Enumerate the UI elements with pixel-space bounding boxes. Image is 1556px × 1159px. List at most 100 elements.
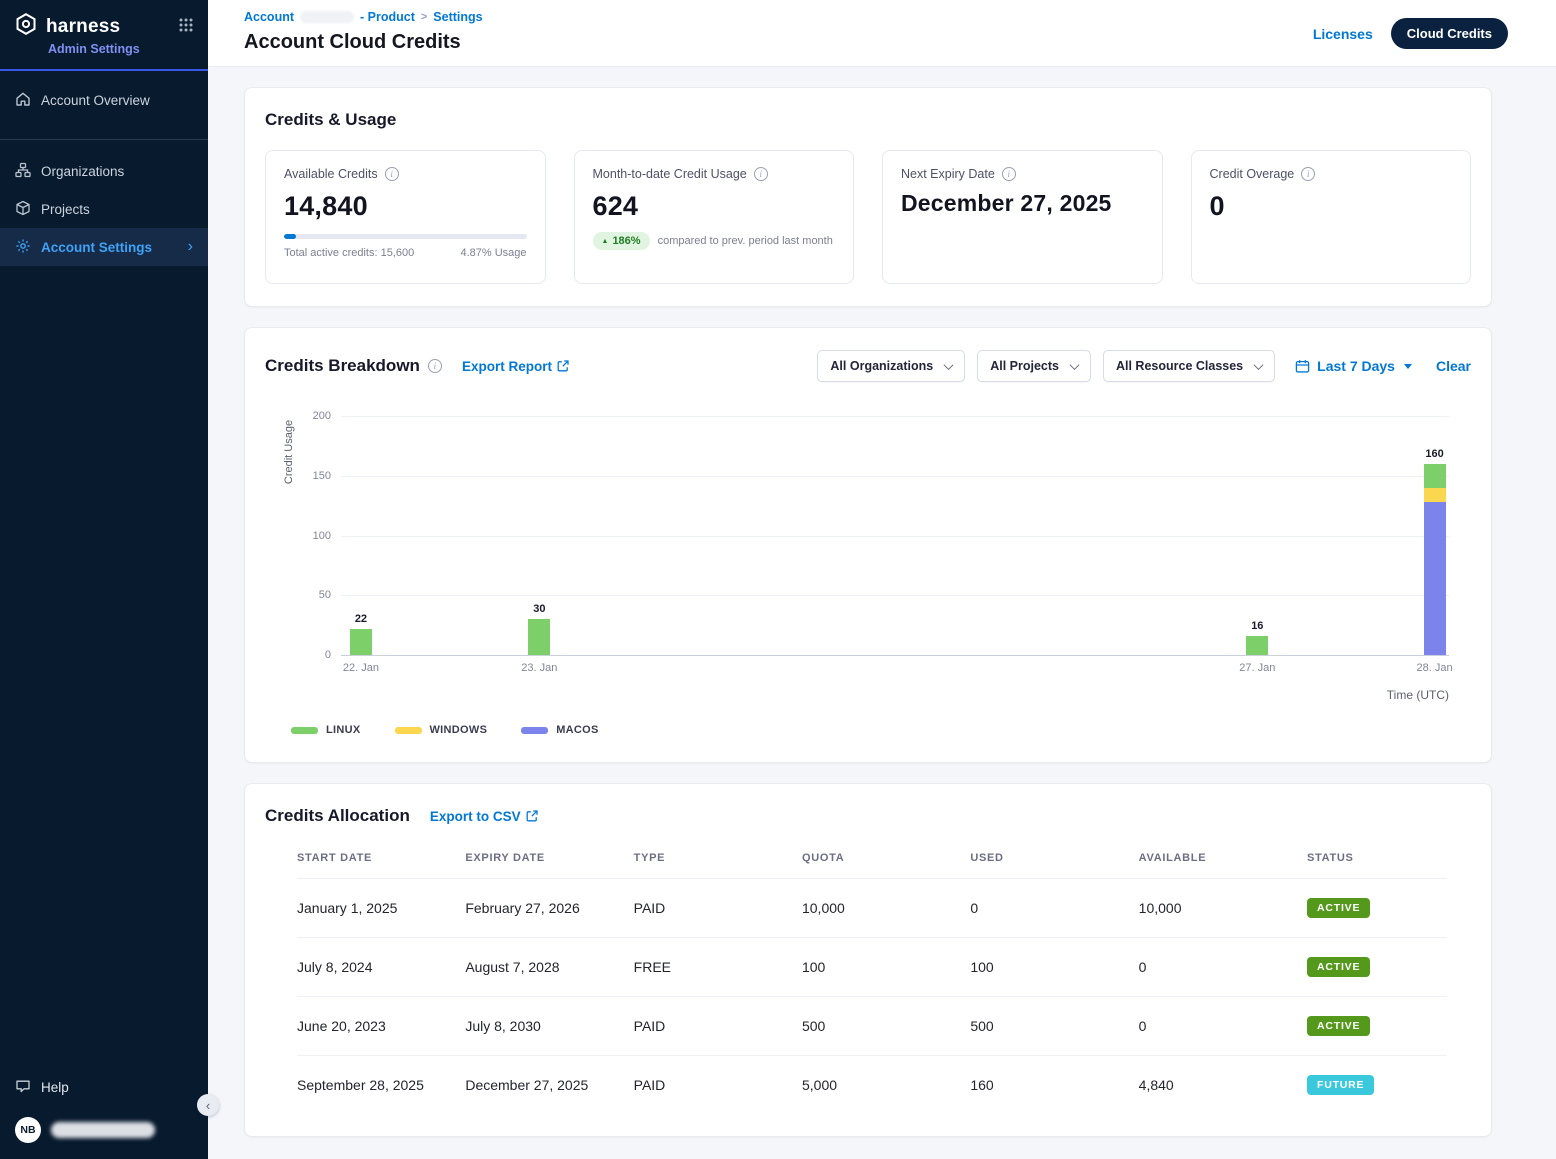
- date-range-filter[interactable]: Last 7 Days: [1295, 358, 1412, 374]
- column-header: STATUS: [1307, 852, 1447, 864]
- chevron-down-icon: [1254, 360, 1264, 370]
- info-icon[interactable]: i: [754, 167, 768, 181]
- export-report-link[interactable]: Export Report: [462, 359, 569, 374]
- projects-select[interactable]: All Projects: [977, 350, 1091, 382]
- help-button[interactable]: Help: [0, 1068, 208, 1107]
- sidebar-item-account-settings[interactable]: Account Settings ›: [0, 228, 208, 266]
- avatar[interactable]: NB: [15, 1117, 41, 1143]
- info-icon[interactable]: i: [1301, 167, 1315, 181]
- table-cell: July 8, 2024: [297, 959, 465, 975]
- table-cell: 100: [970, 959, 1138, 975]
- sidebar-nav: Account Overview Organizations Projects …: [0, 71, 208, 266]
- sidebar-item-projects[interactable]: Projects: [0, 190, 208, 228]
- available-credits-label: Available Credits: [284, 167, 378, 181]
- main-area: Account - Product > Settings Account Clo…: [208, 0, 1556, 1159]
- legend-item-windows[interactable]: WINDOWS: [395, 724, 488, 736]
- breadcrumb-settings[interactable]: Settings: [433, 10, 482, 24]
- table-cell-status: ACTIVE: [1307, 898, 1447, 918]
- external-link-icon: [557, 360, 569, 372]
- table-row[interactable]: September 28, 2025December 27, 2025PAID5…: [297, 1055, 1447, 1114]
- calendar-icon: [1295, 359, 1310, 374]
- table-row[interactable]: July 8, 2024August 7, 2028FREE1001000ACT…: [297, 937, 1447, 996]
- x-tick-label: 27. Jan: [1239, 662, 1275, 674]
- column-header: USED: [970, 852, 1138, 864]
- sidebar-item-label: Account Settings: [41, 240, 152, 255]
- x-axis-label: Time (UTC): [265, 688, 1449, 702]
- sidebar-divider: [0, 139, 208, 140]
- sidebar-collapse-button[interactable]: ‹: [197, 1094, 219, 1116]
- table-cell: 10,000: [1139, 900, 1307, 916]
- chart-bar[interactable]: 160: [1424, 464, 1446, 655]
- table-cell: July 8, 2030: [465, 1018, 633, 1034]
- bar-segment-windows: [1424, 488, 1446, 502]
- breadcrumb-product[interactable]: - Product: [360, 10, 415, 24]
- credit-overage-card: Credit Overage i 0: [1191, 150, 1472, 284]
- status-badge: ACTIVE: [1307, 957, 1370, 977]
- credits-allocation-card: Credits Allocation Export to CSV START D…: [244, 783, 1492, 1137]
- y-tick-label: 100: [313, 530, 331, 542]
- chart-bar[interactable]: 16: [1246, 636, 1268, 655]
- credits-breakdown-card: Credits Breakdown i Export Report All Or…: [244, 327, 1492, 763]
- y-tick-label: 150: [313, 470, 331, 482]
- bar-segment-linux: [1246, 636, 1268, 655]
- legend-swatch: [521, 727, 548, 734]
- help-chat-icon: [15, 1078, 31, 1097]
- column-header: AVAILABLE: [1139, 852, 1307, 864]
- info-icon[interactable]: i: [428, 359, 442, 373]
- chart-xaxis: 22. Jan23. Jan27. Jan28. Jan: [341, 662, 1449, 678]
- sidebar-header: harness Admin Settings: [0, 0, 208, 71]
- table-cell: PAID: [634, 1018, 802, 1034]
- resource-classes-select[interactable]: All Resource Classes: [1103, 350, 1275, 382]
- chart-legend: LINUX WINDOWS MACOS: [291, 724, 1471, 736]
- legend-item-macos[interactable]: MACOS: [521, 724, 598, 736]
- licenses-link[interactable]: Licenses: [1313, 26, 1373, 42]
- table-cell: PAID: [634, 900, 802, 916]
- legend-swatch: [395, 727, 422, 734]
- chart-bar[interactable]: 30: [528, 619, 550, 655]
- credits-usage-card: Credits & Usage Available Credits i 14,8…: [244, 87, 1492, 307]
- organizations-select[interactable]: All Organizations: [817, 350, 965, 382]
- harness-logo-icon[interactable]: [14, 12, 38, 41]
- legend-label: LINUX: [326, 724, 361, 736]
- cloud-credits-button[interactable]: Cloud Credits: [1391, 18, 1508, 49]
- app-grid-icon[interactable]: [178, 17, 194, 38]
- sidebar-item-label: Organizations: [41, 164, 124, 179]
- credits-breakdown-title: Credits Breakdown: [265, 356, 420, 376]
- sidebar-item-account-overview[interactable]: Account Overview: [0, 81, 208, 119]
- bar-segment-linux: [528, 619, 550, 655]
- table-cell: 0: [1139, 959, 1307, 975]
- mtd-usage-value: 624: [593, 191, 836, 222]
- sidebar-item-organizations[interactable]: Organizations: [0, 152, 208, 190]
- bar-segment-macos: [1424, 502, 1446, 655]
- table-row[interactable]: January 1, 2025February 27, 2026PAID10,0…: [297, 878, 1447, 937]
- legend-label: MACOS: [556, 724, 598, 736]
- credit-overage-value: 0: [1210, 191, 1453, 222]
- info-icon[interactable]: i: [1002, 167, 1016, 181]
- page-title: Account Cloud Credits: [244, 31, 483, 54]
- gridline: [341, 476, 1449, 477]
- bar-total-label: 16: [1251, 620, 1263, 632]
- legend-item-linux[interactable]: LINUX: [291, 724, 361, 736]
- resource-classes-select-value: All Resource Classes: [1116, 359, 1243, 373]
- table-cell-status: ACTIVE: [1307, 1016, 1447, 1036]
- export-csv-link[interactable]: Export to CSV: [430, 809, 538, 824]
- column-header: TYPE: [634, 852, 802, 864]
- breadcrumb-account[interactable]: Account: [244, 10, 294, 24]
- chart-bar[interactable]: 22: [350, 629, 372, 655]
- bar-total-label: 160: [1425, 448, 1443, 460]
- info-icon[interactable]: i: [385, 167, 399, 181]
- credits-allocation-title: Credits Allocation: [265, 806, 410, 826]
- breadcrumb: Account - Product > Settings: [244, 10, 483, 24]
- status-badge: ACTIVE: [1307, 1016, 1370, 1036]
- table-cell-status: FUTURE: [1307, 1075, 1447, 1095]
- organizations-icon: [15, 162, 31, 181]
- table-cell: 0: [970, 900, 1138, 916]
- table-cell: 0: [1139, 1018, 1307, 1034]
- bar-total-label: 30: [533, 603, 545, 615]
- table-cell: PAID: [634, 1077, 802, 1093]
- table-row[interactable]: June 20, 2023July 8, 2030PAID5005000ACTI…: [297, 996, 1447, 1055]
- module-label: Admin Settings: [48, 42, 194, 56]
- breadcrumb-separator: >: [421, 11, 427, 23]
- clear-filters-link[interactable]: Clear: [1436, 358, 1471, 374]
- user-row[interactable]: NB: [0, 1107, 208, 1159]
